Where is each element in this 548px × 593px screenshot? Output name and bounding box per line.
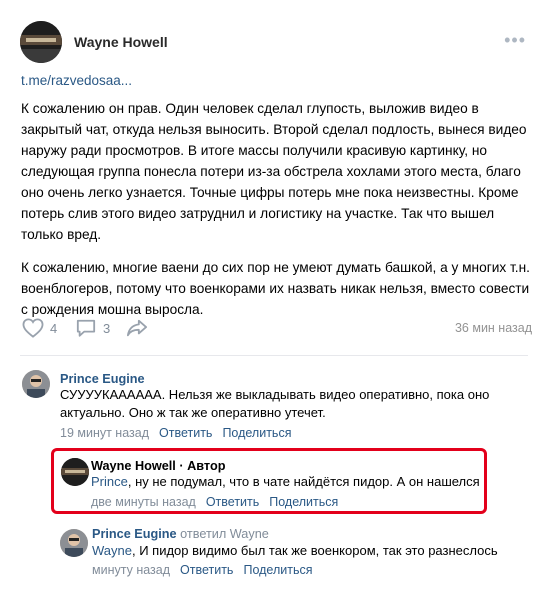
- avatar-image: [22, 370, 50, 398]
- comment-author-name: Prince Eugine ответил Wayne: [92, 527, 269, 541]
- author-badge: · Автор: [175, 459, 226, 473]
- comment-meta: минуту назад Ответить Поделиться: [92, 563, 322, 577]
- comment-author-name: Wayne Howell · Автор: [91, 459, 225, 473]
- share-button[interactable]: [126, 318, 148, 338]
- share-comment-button[interactable]: Поделиться: [243, 563, 312, 577]
- more-dots-icon[interactable]: •••: [504, 31, 526, 49]
- reply-button[interactable]: Ответить: [206, 495, 259, 509]
- likes-count: 4: [50, 320, 58, 336]
- comment-meta: 19 минут назад Ответить Поделиться: [60, 426, 301, 440]
- comment-timestamp: минуту назад: [92, 563, 171, 577]
- commenter-avatar[interactable]: [61, 458, 89, 486]
- commenter-avatar[interactable]: [22, 370, 50, 398]
- post-source-link[interactable]: t.me/razvedosaa...: [21, 73, 132, 88]
- avatar-image: [20, 21, 62, 63]
- comment-icon: [76, 319, 96, 337]
- comment-timestamp: 19 минут назад: [60, 426, 149, 440]
- comment-text: Prince, ну не подумал, что в чате найдёт…: [91, 473, 481, 491]
- post-author-name[interactable]: Wayne Howell: [74, 34, 168, 50]
- avatar-image: [61, 458, 89, 486]
- like-button[interactable]: 4: [22, 318, 57, 338]
- comment-button[interactable]: 3: [75, 318, 110, 338]
- mention-link[interactable]: Wayne: [92, 543, 132, 558]
- avatar-image: [60, 529, 88, 557]
- comments-count: 3: [103, 320, 111, 336]
- divider: [20, 355, 528, 356]
- comment-author-link[interactable]: Wayne Howell: [91, 459, 176, 473]
- mention-link[interactable]: Prince: [91, 474, 128, 489]
- reply-button[interactable]: Ответить: [180, 563, 233, 577]
- comment-meta: две минуты назад Ответить Поделиться: [91, 495, 348, 509]
- heart-icon: [22, 318, 44, 338]
- author-avatar[interactable]: [20, 21, 62, 63]
- post-actions: 4 3 36 мин назад: [22, 318, 532, 342]
- comment-body: , И пидор видимо был так же военкором, т…: [131, 543, 498, 558]
- share-icon: [127, 319, 147, 337]
- post-paragraph: К сожалению он прав. Один человек сделал…: [21, 101, 527, 242]
- post-timestamp: 36 мин назад: [454, 321, 532, 335]
- comment-body: , ну не подумал, что в чате найдётся пид…: [127, 474, 480, 489]
- replied-to-label[interactable]: ответил Wayne: [180, 527, 269, 541]
- share-comment-button[interactable]: Поделиться: [269, 495, 338, 509]
- comment-author-name[interactable]: Prince Eugine: [60, 372, 145, 386]
- post-text: К сожалению он прав. Один человек сделал…: [21, 98, 531, 332]
- post-paragraph: К сожалению, многие ваени до сих пор не …: [21, 260, 530, 317]
- reply-button[interactable]: Ответить: [159, 426, 212, 440]
- comment-timestamp: две минуты назад: [91, 495, 196, 509]
- post-header: Wayne Howell: [20, 21, 168, 63]
- commenter-avatar[interactable]: [60, 529, 88, 557]
- share-comment-button[interactable]: Поделиться: [222, 426, 291, 440]
- comment-author-link[interactable]: Prince Eugine: [92, 527, 177, 541]
- comment-text: Wayne, И пидор видимо был так же военкор…: [92, 542, 532, 560]
- comment-text: СУУУУКАААААА. Нельзя же выкладывать виде…: [60, 387, 490, 420]
